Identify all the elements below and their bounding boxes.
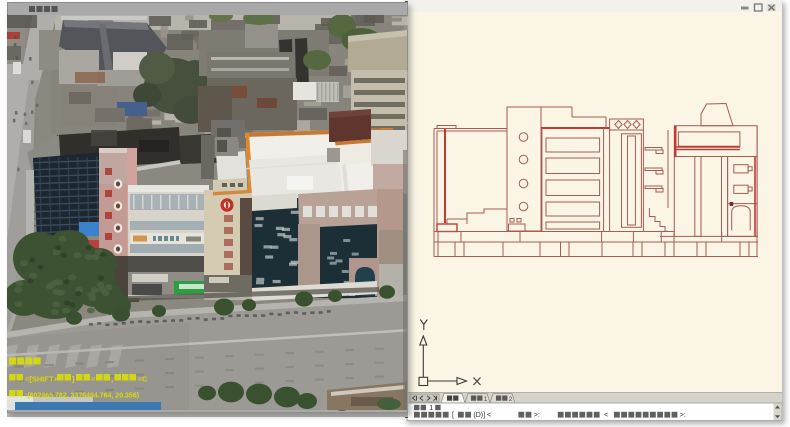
svg-text:>:: >: [534,412,540,419]
svg-text:,: , [111,375,113,384]
svg-text:1: 1 [429,405,433,412]
svg-text:=[SHIFT+: =[SHIFT+ [25,375,59,384]
svg-text:=: = [91,375,96,384]
svg-text:(D)] <: (D)] < [473,412,491,419]
svg-text:=C: =C [138,375,148,384]
svg-text:[: [ [452,412,454,419]
svg-text:<: < [604,412,608,419]
svg-text::(602465.782, 3376494.764, 20.: :(602465.782, 3376494.764, 20.356) [25,393,139,400]
svg-text:>:: >: [680,412,686,419]
